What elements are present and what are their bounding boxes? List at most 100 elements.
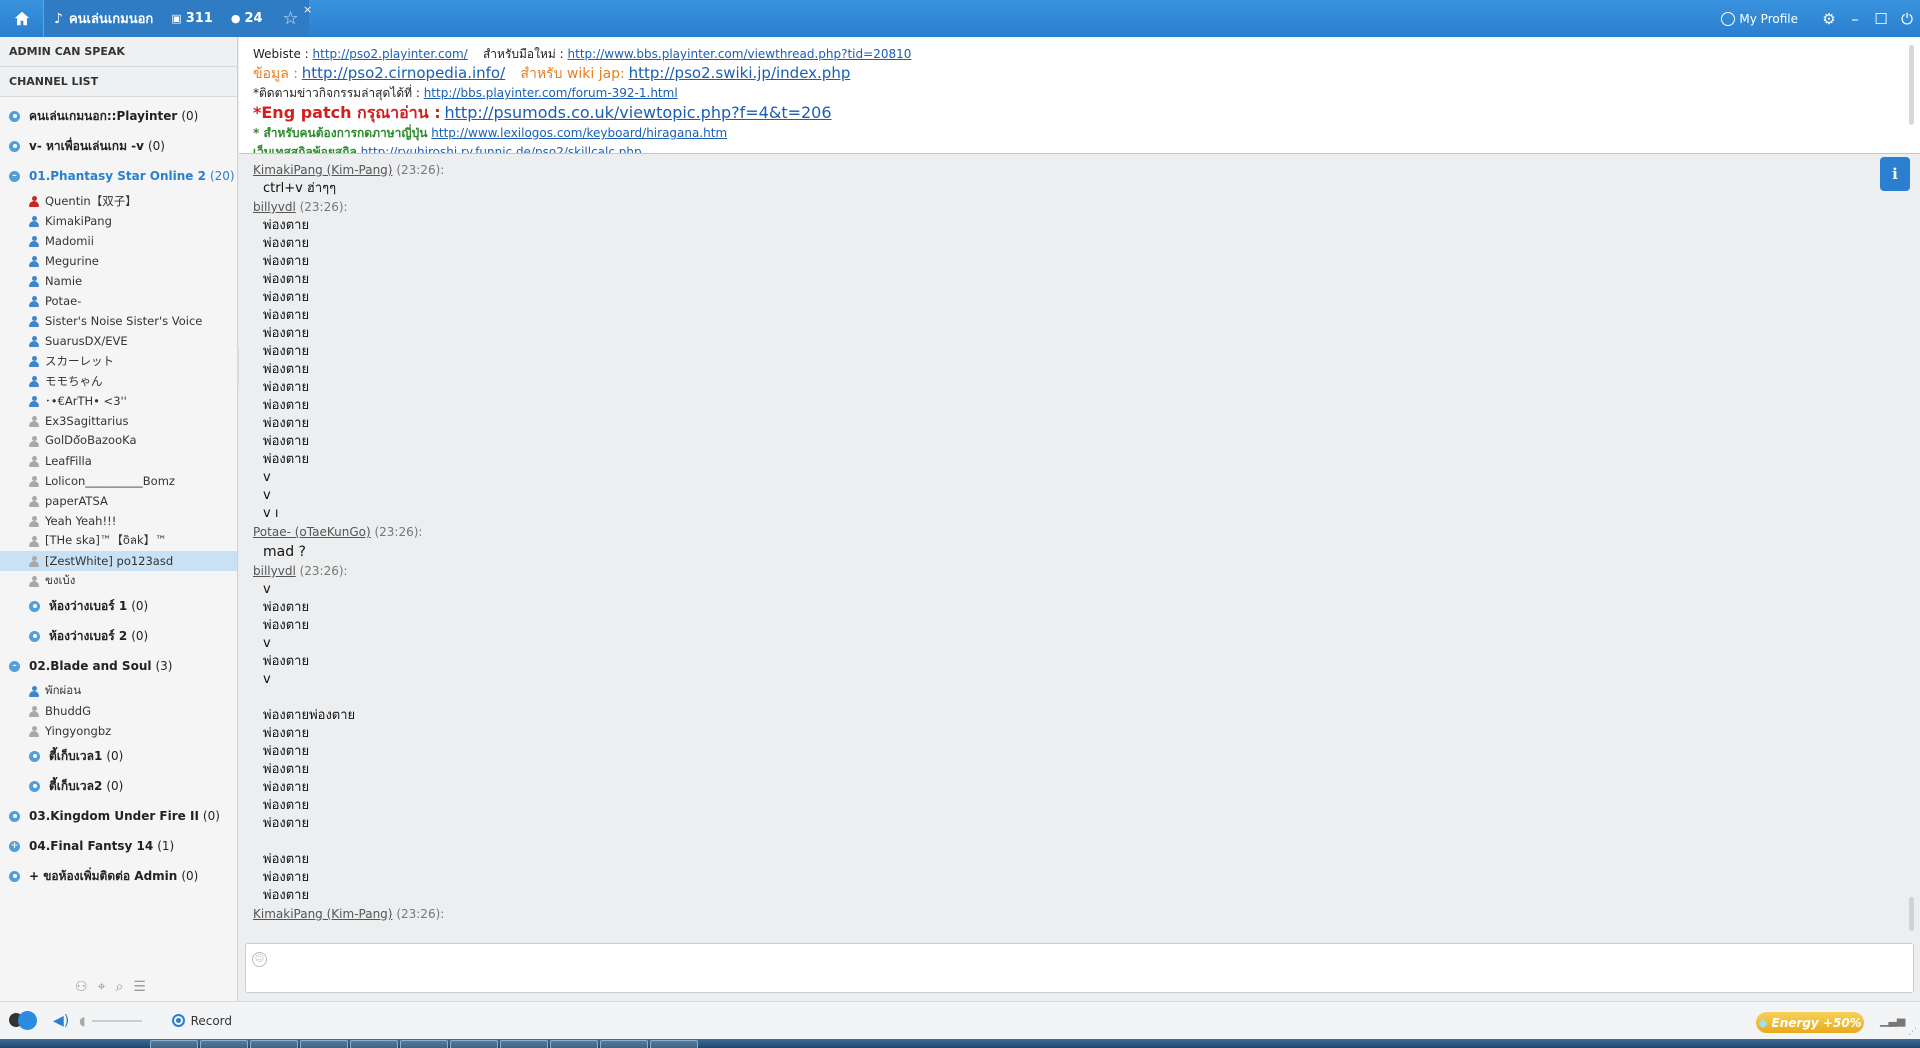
channel-list-header[interactable]: CHANNEL LIST (0, 67, 237, 97)
subchannel-bns-2[interactable]: ตี้เก็บเวล2 (0) (0, 771, 237, 801)
website-link[interactable]: http://pso2.playinter.com/ (313, 47, 468, 61)
user-row[interactable]: スカーレット (0, 351, 237, 371)
collapse-icon[interactable]: – (9, 660, 20, 672)
taskbar-item[interactable] (550, 1040, 598, 1048)
user-icon (29, 215, 39, 227)
user-row[interactable]: ขงเบ้ง (0, 571, 237, 591)
user-row[interactable]: Megurine (0, 251, 237, 271)
swiki-link[interactable]: http://pso2.swiki.jp/index.php (629, 64, 851, 82)
taskbar-item[interactable] (300, 1040, 348, 1048)
subchannel-empty-1[interactable]: ห้องว่างเบอร์ 1 (0) (0, 591, 237, 621)
message-line: พ่องตาย (263, 272, 310, 287)
message-line: พ่องตาย (263, 762, 310, 777)
expand-icon[interactable]: + (9, 840, 20, 852)
user-row[interactable]: Potae- (0, 291, 237, 311)
channel-pso2[interactable]: – 01.Phantasy Star Online 2 (20) (0, 161, 237, 191)
user-row-selected[interactable]: [ZestWhite] po123asd (0, 551, 237, 571)
taskbar-item[interactable] (650, 1040, 698, 1048)
taskbar-item[interactable] (350, 1040, 398, 1048)
message-author[interactable]: Potae- (oTaeKunGo) (253, 525, 371, 539)
user-row[interactable]: Madomii (0, 231, 237, 251)
add-user-icon[interactable]: ⚇ (75, 979, 88, 995)
cirnopedia-link[interactable]: http://pso2.cirnopedia.info/ (302, 64, 505, 82)
message-author[interactable]: KimakiPang (Kim-Pang) (253, 907, 392, 921)
taskbar-item[interactable] (400, 1040, 448, 1048)
my-profile-button[interactable]: My Profile (1721, 11, 1798, 26)
channel-playinter[interactable]: คนเล่นเกมนอก::Playinter (0) (0, 101, 237, 131)
hiragana-link[interactable]: http://www.lexilogos.com/keyboard/hiraga… (431, 126, 727, 140)
message-line: พ่องตาย (263, 344, 310, 359)
message-line: พ่องตาย (263, 254, 310, 269)
home-button[interactable] (0, 0, 44, 37)
collapse-icon[interactable]: – (9, 170, 20, 182)
minimize-button[interactable]: – (1842, 0, 1868, 37)
user-row[interactable]: Ex3Sagittarius (0, 411, 237, 431)
close-tab-button[interactable]: × (303, 3, 312, 16)
taskbar-item[interactable] (250, 1040, 298, 1048)
search-icon[interactable]: ⌕ (115, 979, 123, 995)
message-input[interactable]: ☺ (245, 943, 1914, 993)
taskbar-item[interactable] (450, 1040, 498, 1048)
skill-calc-link[interactable]: http://ryuhiroshi.ry.funnic.de/pso2/skil… (361, 145, 642, 153)
eng-patch-link[interactable]: http://psumods.co.uk/viewtopic.php?f=4&t… (445, 103, 832, 122)
user-row[interactable]: LeafFilla (0, 451, 237, 471)
maximize-button[interactable]: ☐ (1868, 0, 1894, 37)
user-row[interactable]: KimakiPang (0, 211, 237, 231)
record-button[interactable]: Record (171, 1014, 232, 1028)
location-pin-icon[interactable]: ⌖ (98, 979, 106, 995)
user-row[interactable]: พักผ่อน (0, 681, 237, 701)
channel-request-room[interactable]: + ขอห้องเพิ่มติดต่อ Admin (0) (0, 861, 237, 891)
subchannel-empty-2[interactable]: ห้องว่างเบอร์ 2 (0) (0, 621, 237, 651)
user-icon (29, 455, 39, 467)
chat-scrollbar[interactable] (1909, 897, 1914, 931)
microphone-icon[interactable]: ◖ (79, 1014, 85, 1028)
message-line: พ่องตาย (263, 726, 310, 741)
user-icon (29, 235, 39, 247)
settings-gear-icon[interactable]: ⚙ (1816, 0, 1842, 37)
energy-badge[interactable]: ◆ Energy +50% (1756, 1012, 1864, 1033)
channel-find-friends[interactable]: v- หาเพื่อนเล่นเกม -v (0) (0, 131, 237, 161)
resize-grip-icon[interactable]: ⋰ (1908, 1027, 1917, 1037)
user-icon (29, 725, 39, 737)
user-row[interactable]: [THe ska]™【oิลk】™ (0, 531, 237, 551)
user-row[interactable]: Quentin【双子】 (0, 191, 237, 211)
user-row[interactable]: ･•€ArTH• <3'' (0, 391, 237, 411)
user-row[interactable]: paperATSA (0, 491, 237, 511)
list-icon[interactable]: ☰ (133, 979, 146, 995)
chat-bubbles-icon[interactable] (9, 1010, 39, 1032)
user-row[interactable]: GolDoัoBazooKa (0, 431, 237, 451)
notice-scrollbar[interactable] (1909, 45, 1914, 125)
message-line: พ่องตาย (263, 816, 310, 831)
news-link[interactable]: http://bbs.playinter.com/forum-392-1.htm… (424, 86, 678, 100)
info-icon[interactable]: i (1880, 157, 1910, 191)
subchannel-bns-1[interactable]: ตี้เก็บเวล1 (0) (0, 741, 237, 771)
message-author[interactable]: billyvdl (253, 200, 296, 214)
emoji-icon[interactable]: ☺ (252, 952, 267, 967)
power-button[interactable]: ⏻ (1894, 0, 1920, 37)
taskbar-item[interactable] (600, 1040, 648, 1048)
user-row[interactable]: モモちゃん (0, 371, 237, 391)
admin-can-speak-header[interactable]: ADMIN CAN SPEAK (0, 37, 237, 67)
channel-blade-and-soul[interactable]: – 02.Blade and Soul (3) (0, 651, 237, 681)
server-tab[interactable]: ♪ คนเล่นเกมนอก ▣ 311 ● 24 ☆ (44, 0, 309, 37)
user-row[interactable]: BhuddG (0, 701, 237, 721)
user-row[interactable]: Sister's Noise Sister's Voice (0, 311, 237, 331)
speaker-icon[interactable]: ◀) (53, 1013, 69, 1029)
taskbar-item[interactable] (200, 1040, 248, 1048)
favorite-star-icon[interactable]: ☆ (283, 8, 299, 29)
channel-final-fantasy-14[interactable]: + 04.Final Fantsy 14 (1) (0, 831, 237, 861)
user-row[interactable]: Yingyongbz (0, 721, 237, 741)
message-author[interactable]: KimakiPang (Kim-Pang) (253, 163, 392, 177)
message-author[interactable]: billyvdl (253, 564, 296, 578)
newbie-link[interactable]: http://www.bbs.playinter.com/viewthread.… (568, 47, 912, 61)
taskbar-item[interactable] (150, 1040, 198, 1048)
user-row[interactable]: SuarusDX/EVE (0, 331, 237, 351)
taskbar-item[interactable] (500, 1040, 548, 1048)
message-time: (23:26): (299, 564, 348, 578)
volume-slider[interactable] (91, 1019, 142, 1022)
user-row[interactable]: Yeah Yeah!!! (0, 511, 237, 531)
user-row[interactable]: Namie (0, 271, 237, 291)
channel-icon (29, 600, 40, 612)
channel-kingdom-under-fire[interactable]: 03.Kingdom Under Fire II (0) (0, 801, 237, 831)
user-row[interactable]: Lolicon__________Bomz (0, 471, 237, 491)
